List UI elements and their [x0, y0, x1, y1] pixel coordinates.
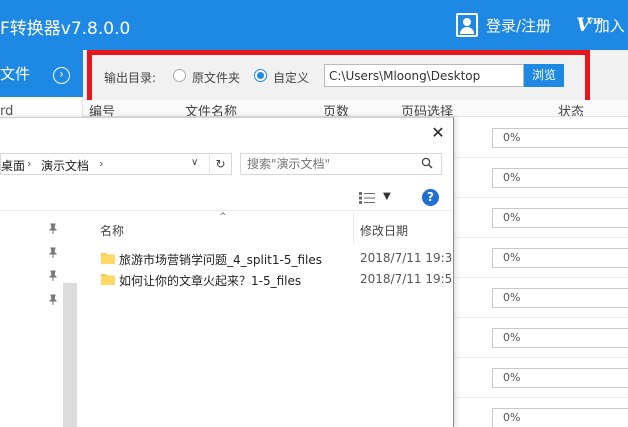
chevron-down-icon[interactable]: ∨: [191, 157, 198, 168]
app-title: F转换器v7.8.0.0: [0, 19, 131, 39]
column-header-number[interactable]: 编号: [89, 101, 115, 116]
progress-cell: 0%: [492, 328, 628, 348]
column-separator[interactable]: [353, 213, 354, 243]
search-icon[interactable]: [421, 157, 433, 169]
login-button[interactable]: 登录/注册: [456, 12, 551, 38]
login-label: 登录/注册: [486, 16, 552, 35]
search-input[interactable]: [247, 157, 417, 171]
column-header-filename[interactable]: 文件名称: [185, 101, 237, 116]
row-divider: [453, 397, 628, 398]
radio-custom-label: 自定义: [273, 71, 310, 85]
progress-cell: 0%: [492, 288, 628, 308]
row-divider: [453, 197, 628, 198]
user-icon: [456, 13, 478, 37]
progress-cell: 0%: [492, 408, 628, 427]
progress-cell: 0%: [492, 128, 628, 148]
breadcrumb-item-demo-docs[interactable]: 演示文档: [41, 157, 89, 174]
list-item[interactable]: 如何让你的文章火起来？1-5_files 2018/7/11 19:50: [96, 270, 454, 290]
scrollbar[interactable]: [63, 283, 77, 427]
title-bar: F转换器v7.8.0.0 登录/注册 V VIP 加入: [0, 0, 628, 50]
row-divider: [453, 237, 628, 238]
column-header-name[interactable]: 名称: [100, 222, 124, 239]
output-path-input[interactable]: [324, 64, 524, 87]
pin-icon[interactable]: [48, 247, 58, 259]
pin-icon[interactable]: [48, 223, 58, 235]
breadcrumb[interactable]: 桌面 › 演示文档 › ∨ ↻: [0, 153, 232, 175]
browse-button[interactable]: 浏览: [524, 64, 564, 87]
column-header-modified[interactable]: 修改日期: [360, 222, 408, 239]
file-date: 2018/7/11 19:39: [360, 251, 454, 265]
progress-cell: 0%: [492, 368, 628, 388]
view-options-icon[interactable]: [359, 192, 375, 204]
file-dialog: ✕ 桌面 › 演示文档 › ∨ ↻ ▼ ?: [0, 117, 454, 427]
vip-button[interactable]: V VIP 加入: [576, 12, 625, 38]
search-box[interactable]: [240, 153, 442, 175]
file-name: 旅游市场营销学问题_4_split1-5_files: [119, 253, 323, 267]
sidebar-item-file[interactable]: 文件: [0, 50, 83, 97]
row-divider: [453, 277, 628, 278]
table-header: 编号 文件名称 页数 页码选择 状态: [83, 100, 628, 117]
column-header-status[interactable]: 状态: [558, 101, 584, 116]
progress-cell: 0%: [492, 208, 628, 228]
file-date: 2018/7/11 19:50: [360, 272, 454, 286]
row-divider: [453, 357, 628, 358]
progress-cell: 0%: [492, 248, 628, 268]
vip-icon: V VIP: [576, 14, 603, 36]
folder-icon: [101, 274, 115, 285]
chevron-right-icon[interactable]: ›: [53, 67, 70, 84]
row-divider: [453, 317, 628, 318]
sidebar-item-label: 文件: [0, 65, 31, 83]
caret-down-icon[interactable]: ▼: [383, 191, 391, 202]
column-header-page-select[interactable]: 页码选择: [401, 101, 453, 116]
breadcrumb-item-desktop[interactable]: 桌面: [1, 157, 25, 174]
sort-ascending-icon: ^: [219, 212, 227, 222]
row-divider: [453, 157, 628, 158]
help-icon[interactable]: ?: [422, 189, 439, 206]
file-name: 如何让你的文章火起来？1-5_files: [119, 274, 302, 288]
app-window: F转换器v7.8.0.0 登录/注册 V VIP 加入 文件 › rd 输出目录:…: [0, 0, 628, 427]
pin-icon[interactable]: [48, 294, 58, 306]
radio-custom[interactable]: [254, 69, 267, 82]
close-button[interactable]: ✕: [428, 124, 448, 142]
chevron-right-icon: ›: [99, 157, 104, 170]
pin-icon[interactable]: [48, 270, 58, 282]
chevron-right-icon: ›: [27, 157, 32, 170]
column-header-pages[interactable]: 页数: [323, 101, 349, 116]
radio-source-folder-label: 原文件夹: [192, 71, 241, 85]
refresh-icon[interactable]: ↻: [209, 155, 231, 173]
output-dir-label: 输出目录:: [104, 71, 157, 85]
radio-source-folder[interactable]: [173, 69, 186, 82]
folder-icon: [101, 253, 115, 264]
list-item[interactable]: 旅游市场营销学问题_4_split1-5_files 2018/7/11 19:…: [96, 249, 454, 269]
progress-cell: 0%: [492, 168, 628, 188]
